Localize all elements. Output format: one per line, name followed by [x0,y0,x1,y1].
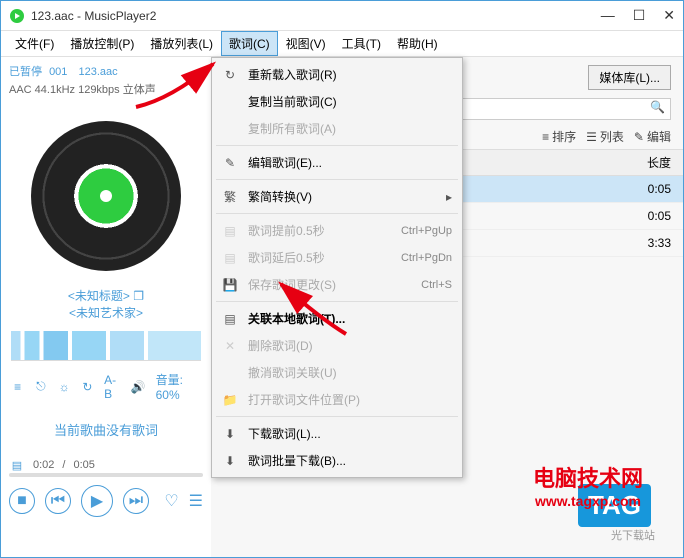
progress-bar[interactable] [9,473,203,477]
audio-info: AAC 44.1kHz 129kbps 立体声 [9,81,203,97]
play-state: 已暂停 [9,66,42,78]
dd-open-location: 📁打开歌词文件位置(P) [212,386,462,413]
dd-delete: ✕删除歌词(D) [212,332,462,359]
app-icon [9,8,25,24]
volume-icon[interactable]: 🔊 [131,379,146,395]
close-button[interactable]: ✕ [663,7,675,24]
folder-icon: 📁 [222,393,238,407]
equalizer-icon[interactable]: ≡ [11,379,24,395]
menu-tools[interactable]: 工具(T) [334,31,389,56]
convert-icon: 繁 [222,188,238,205]
dd-reload-lyrics[interactable]: ↻重新载入歌词(R) [212,61,462,88]
dd-convert[interactable]: 繁繁简转换(V) [212,183,462,210]
status-line: 已暂停 001 123.aac [9,63,203,79]
prev-button[interactable]: ⏮ [45,488,71,514]
list-view-button[interactable]: ☰ 列表 [586,128,624,145]
shirt-icon[interactable]: ⎋ [34,379,47,395]
maximize-button[interactable]: ☐ [633,7,646,24]
watermark-text: 电脑技术网 www.tagxp.com [533,461,643,509]
menu-lyrics[interactable]: 歌词(C) [221,31,278,56]
favorite-icon[interactable]: ♡ [164,491,178,511]
copy-icon[interactable]: ❐ [133,289,144,303]
track-artist: <未知艺术家> [9,304,203,321]
refresh-icon[interactable]: ↻ [81,379,94,395]
watermark-site: 光下载站 [611,527,655,543]
menu-view[interactable]: 视图(V) [278,31,334,56]
disc-icon [31,121,181,271]
track-number: 001 [49,66,67,78]
next-button[interactable]: ⏭ [123,488,149,514]
edit-button[interactable]: ✎ 编辑 [634,128,671,145]
down-icon: ▤ [222,251,238,265]
dd-save: 💾保存歌词更改(S)Ctrl+S [212,271,462,298]
menu-playlist[interactable]: 播放列表(L) [142,31,221,56]
save-icon: 💾 [222,278,238,292]
effect-icon[interactable]: ☼ [58,379,71,395]
player-panel: 已暂停 001 123.aac AAC 44.1kHz 129kbps 立体声 … [1,57,211,557]
sort-button[interactable]: ≡ 排序 [542,128,576,145]
dd-copy-current[interactable]: 复制当前歌词(C) [212,88,462,115]
delete-icon: ✕ [222,339,238,353]
menubar: 文件(F) 播放控制(P) 播放列表(L) 歌词(C) 视图(V) 工具(T) … [1,31,683,57]
up-icon: ▤ [222,224,238,238]
dd-advance: ▤歌词提前0.5秒Ctrl+PgUp [212,217,462,244]
refresh-icon: ↻ [222,68,238,82]
download-icon: ⬇ [222,427,238,441]
volume-label: 音量: 60% [156,371,201,402]
album-art [31,121,181,271]
spectrum-visualizer [11,331,201,361]
edit-icon: ✎ [222,156,238,170]
menu-help[interactable]: 帮助(H) [389,31,446,56]
media-library-button[interactable]: 媒体库(L)... [588,65,671,90]
track-filename: 123.aac [78,66,117,78]
stop-button[interactable]: ■ [9,488,35,514]
time-total: 0:05 [73,459,94,471]
track-title: <未知标题> ❐ [9,287,203,304]
dd-batch-download[interactable]: ⬇歌词批量下载(B)... [212,447,462,474]
lyrics-dropdown: ↻重新载入歌词(R) 复制当前歌词(C) 复制所有歌词(A) ✎编辑歌词(E).… [211,57,463,478]
dd-link-local[interactable]: ▤关联本地歌词(T)... [212,305,462,332]
dd-download[interactable]: ⬇下载歌词(L)... [212,420,462,447]
time-elapsed: 0:02 [33,459,54,471]
download-icon: ⬇ [222,454,238,468]
dd-copy-all: 复制所有歌词(A) [212,115,462,142]
link-icon: ▤ [222,312,238,326]
menu-playback[interactable]: 播放控制(P) [62,31,142,56]
lyric-indicator-icon: ▤ [9,457,25,473]
dd-undo-link: 撤消歌词关联(U) [212,359,462,386]
lyric-status: 当前歌曲没有歌词 [9,420,203,439]
dd-delay: ▤歌词延后0.5秒Ctrl+PgDn [212,244,462,271]
dd-edit-lyrics[interactable]: ✎编辑歌词(E)... [212,149,462,176]
playlist-icon[interactable]: ☰ [189,491,203,511]
col-length: 长度 [611,154,671,171]
window-title: 123.aac - MusicPlayer2 [31,9,601,23]
minimize-button[interactable]: — [601,7,615,24]
menu-file[interactable]: 文件(F) [7,31,62,56]
ab-repeat[interactable]: A-B [104,373,121,401]
play-button[interactable]: ▶ [81,485,113,517]
search-icon[interactable]: 🔍 [650,100,665,114]
